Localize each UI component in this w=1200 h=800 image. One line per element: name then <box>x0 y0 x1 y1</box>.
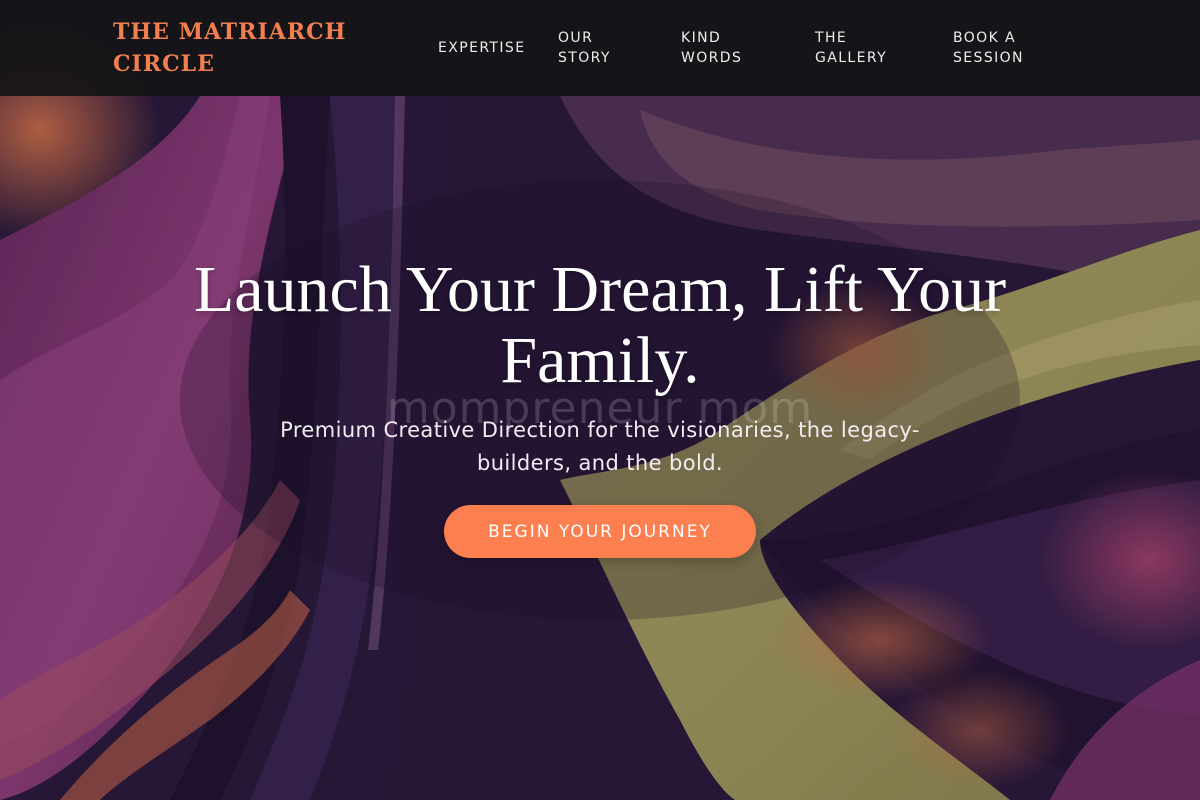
begin-journey-button[interactable]: BEGIN YOUR JOURNEY <box>444 505 756 558</box>
nav-link-book-a-session[interactable]: BOOK A SESSION <box>953 28 1024 68</box>
nav-link-kind-words[interactable]: KIND WORDS <box>681 28 742 68</box>
nav-link-expertise[interactable]: EXPERTISE <box>438 38 525 58</box>
brand-logo[interactable]: THE MATRIARCH CIRCLE <box>113 16 353 80</box>
hero-title: Launch Your Dream, Lift Your Family. <box>193 253 1007 397</box>
hero-subtitle: Premium Creative Direction for the visio… <box>280 418 920 475</box>
nav-link-the-gallery[interactable]: THE GALLERY <box>815 28 887 68</box>
site-header: THE MATRIARCH CIRCLE EXPERTISE OUR STORY… <box>0 0 1200 96</box>
nav-link-our-story[interactable]: OUR STORY <box>558 28 611 68</box>
